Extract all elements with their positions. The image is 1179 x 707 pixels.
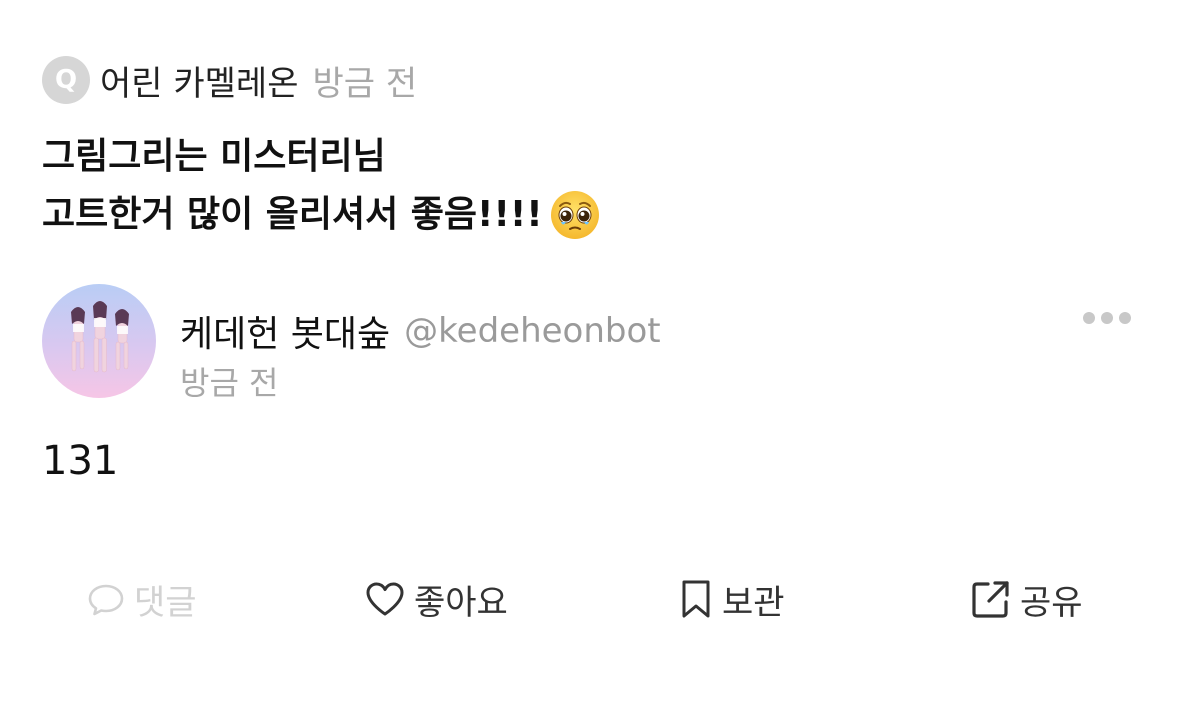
like-button[interactable]: 좋아요 [364,572,508,626]
question-badge-icon: Q [42,56,90,104]
question-text: 그림그리는 미스터리님 고트한거 많이 올리셔서 좋음!!!! [42,128,601,244]
more-options-icon[interactable] [1079,308,1135,328]
save-label: 보관 [722,582,785,623]
like-label: 좋아요 [414,582,508,623]
share-button[interactable]: 공유 [970,572,1083,626]
avatar-image [42,284,156,398]
question-line: 그림그리는 미스터리님 [42,136,386,177]
comment-icon [88,584,124,616]
author-handle[interactable]: @kedeheonbot [404,311,660,351]
comment-button[interactable]: 댓글 [86,572,197,626]
author-info: 케데헌 봇대숲 @kedeheonbot [180,305,661,357]
bookmark-icon [682,580,710,618]
question-header: Q 어린 카멜레온 방금 전 [42,56,417,104]
question-line: 고트한거 많이 올리셔서 좋음!!!! [42,194,543,235]
action-bar: 댓글 좋아요 보관 공유 [0,572,1179,626]
heart-icon [366,582,404,616]
author-avatar[interactable] [42,284,156,398]
question-badge-letter: Q [54,65,78,95]
pleading-face-emoji-icon [550,191,599,239]
question-timestamp: 방금 전 [312,63,418,104]
question-line-with-emoji: 고트한거 많이 올리셔서 좋음!!!! [42,186,601,244]
save-button[interactable]: 보관 [678,572,785,626]
share-icon [972,581,1009,618]
answer-timestamp: 방금 전 [180,364,279,402]
share-label: 공유 [1020,582,1083,623]
answer-text: 131 [42,438,119,484]
author-name[interactable]: 케데헌 봇대숲 [180,305,390,357]
question-asker-name[interactable]: 어린 카멜레온 [100,56,299,105]
comment-label: 댓글 [134,582,197,623]
